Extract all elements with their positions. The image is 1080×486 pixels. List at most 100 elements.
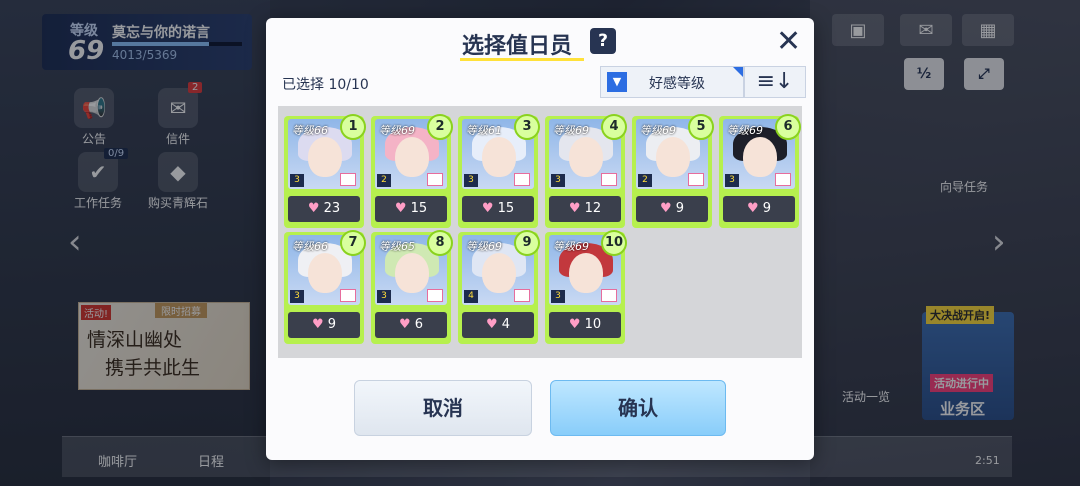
character-face — [308, 137, 342, 177]
bond-level: ♥ 9 — [288, 312, 360, 338]
character-level: 等级66 — [292, 240, 328, 253]
character-card[interactable]: 等级69 3 6 ♥ 9 — [719, 114, 801, 228]
help-icon[interactable]: ? — [590, 28, 616, 54]
character-face — [395, 137, 429, 177]
character-card[interactable]: 等级69 4 9 ♥ 4 — [458, 230, 540, 344]
character-mini-icon — [775, 173, 791, 186]
close-icon[interactable]: ✕ — [776, 24, 801, 59]
heart-icon: ♥ — [307, 201, 320, 216]
modal-title: 选择值日员 — [462, 34, 573, 59]
character-card[interactable]: 等级65 3 8 ♥ 6 — [371, 230, 453, 344]
character-mini-icon — [514, 173, 530, 186]
character-mini-icon — [340, 289, 356, 302]
character-level: 等级69 — [727, 124, 763, 137]
character-mini-icon — [514, 289, 530, 302]
heart-icon: ♥ — [394, 201, 407, 216]
character-level: 等级61 — [466, 124, 502, 137]
character-mini-icon — [601, 173, 617, 186]
title-underline — [460, 58, 584, 61]
selection-order-badge: 1 — [340, 114, 366, 140]
character-rank: 2 — [638, 174, 652, 187]
character-level: 等级69 — [553, 240, 589, 253]
character-level: 等级69 — [640, 124, 676, 137]
heart-icon: ♥ — [659, 201, 672, 216]
bond-level: ♥ 10 — [549, 312, 621, 338]
selection-order-badge: 8 — [427, 230, 453, 256]
bond-value: 9 — [762, 201, 772, 216]
character-card[interactable]: 等级69 3 10 ♥ 10 — [545, 230, 627, 344]
character-face — [743, 137, 777, 177]
select-duty-modal: 选择值日员 ? ✕ 已选择 10/10 ▼ 好感等级 ≡↓ 等级66 3 1 ♥ 23… — [266, 18, 814, 460]
character-level: 等级66 — [292, 124, 328, 137]
bond-level: ♥ 4 — [462, 312, 534, 338]
character-rank: 3 — [290, 174, 304, 187]
character-mini-icon — [601, 289, 617, 302]
bond-value: 6 — [414, 317, 424, 332]
bond-value: 9 — [675, 201, 685, 216]
character-card[interactable]: 等级66 3 7 ♥ 9 — [284, 230, 366, 344]
selection-order-badge: 10 — [601, 230, 627, 256]
sort-icon: ≡↓ — [756, 69, 794, 94]
character-card[interactable]: 等级66 3 1 ♥ 23 — [284, 114, 366, 228]
bond-value: 4 — [501, 317, 511, 332]
character-rank: 3 — [551, 290, 565, 303]
heart-icon: ♥ — [568, 317, 581, 332]
character-rank: 2 — [377, 174, 391, 187]
character-rank: 4 — [464, 290, 478, 303]
character-rank: 3 — [290, 290, 304, 303]
bond-value: 23 — [323, 201, 341, 216]
character-face — [482, 137, 516, 177]
character-rank: 3 — [377, 290, 391, 303]
character-face — [482, 253, 516, 293]
bond-level: ♥ 15 — [462, 196, 534, 222]
character-rank: 3 — [551, 174, 565, 187]
filter-label: 好感等级 — [649, 76, 705, 92]
cancel-button[interactable]: 取消 — [354, 380, 532, 436]
character-mini-icon — [688, 173, 704, 186]
character-mini-icon — [427, 173, 443, 186]
character-card[interactable]: 等级61 3 3 ♥ 15 — [458, 114, 540, 228]
bond-value: 15 — [497, 201, 515, 216]
heart-icon: ♥ — [398, 317, 411, 332]
character-rank: 3 — [464, 174, 478, 187]
heart-icon: ♥ — [311, 317, 324, 332]
heart-icon: ♥ — [568, 201, 581, 216]
heart-icon: ♥ — [485, 317, 498, 332]
bond-level: ♥ 12 — [549, 196, 621, 222]
filter-dropdown[interactable]: ▼ 好感等级 — [600, 66, 744, 98]
character-card[interactable]: 等级69 2 2 ♥ 15 — [371, 114, 453, 228]
selection-order-badge: 4 — [601, 114, 627, 140]
character-level: 等级69 — [466, 240, 502, 253]
character-card[interactable]: 等级69 2 5 ♥ 9 — [632, 114, 714, 228]
sort-button[interactable]: ≡↓ — [744, 66, 806, 98]
filter-icon: ▼ — [607, 72, 627, 92]
bond-level: ♥ 15 — [375, 196, 447, 222]
selection-order-badge: 9 — [514, 230, 540, 256]
character-face — [656, 137, 690, 177]
bond-value: 12 — [584, 201, 602, 216]
bond-value: 9 — [327, 317, 337, 332]
character-grid: 等级66 3 1 ♥ 23 等级69 2 2 ♥ 15 等级61 3 3 ♥ 15 等级69 3 4 ♥ 12… — [278, 106, 802, 358]
character-rank: 3 — [725, 174, 739, 187]
character-level: 等级69 — [379, 124, 415, 137]
bond-level: ♥ 6 — [375, 312, 447, 338]
character-level: 等级69 — [553, 124, 589, 137]
selected-count: 已选择 10/10 — [282, 77, 369, 93]
character-mini-icon — [427, 289, 443, 302]
bond-level: ♥ 23 — [288, 196, 360, 222]
heart-icon: ♥ — [481, 201, 494, 216]
confirm-button[interactable]: 确认 — [550, 380, 726, 436]
filter-corner — [733, 67, 743, 77]
bond-value: 10 — [584, 317, 602, 332]
heart-icon: ♥ — [746, 201, 759, 216]
selection-order-badge: 3 — [514, 114, 540, 140]
selection-order-badge: 2 — [427, 114, 453, 140]
character-face — [308, 253, 342, 293]
character-level: 等级65 — [379, 240, 415, 253]
character-card[interactable]: 等级69 3 4 ♥ 12 — [545, 114, 627, 228]
bond-level: ♥ 9 — [636, 196, 708, 222]
selection-order-badge: 7 — [340, 230, 366, 256]
selection-order-badge: 6 — [775, 114, 801, 140]
character-face — [395, 253, 429, 293]
bond-value: 15 — [410, 201, 428, 216]
